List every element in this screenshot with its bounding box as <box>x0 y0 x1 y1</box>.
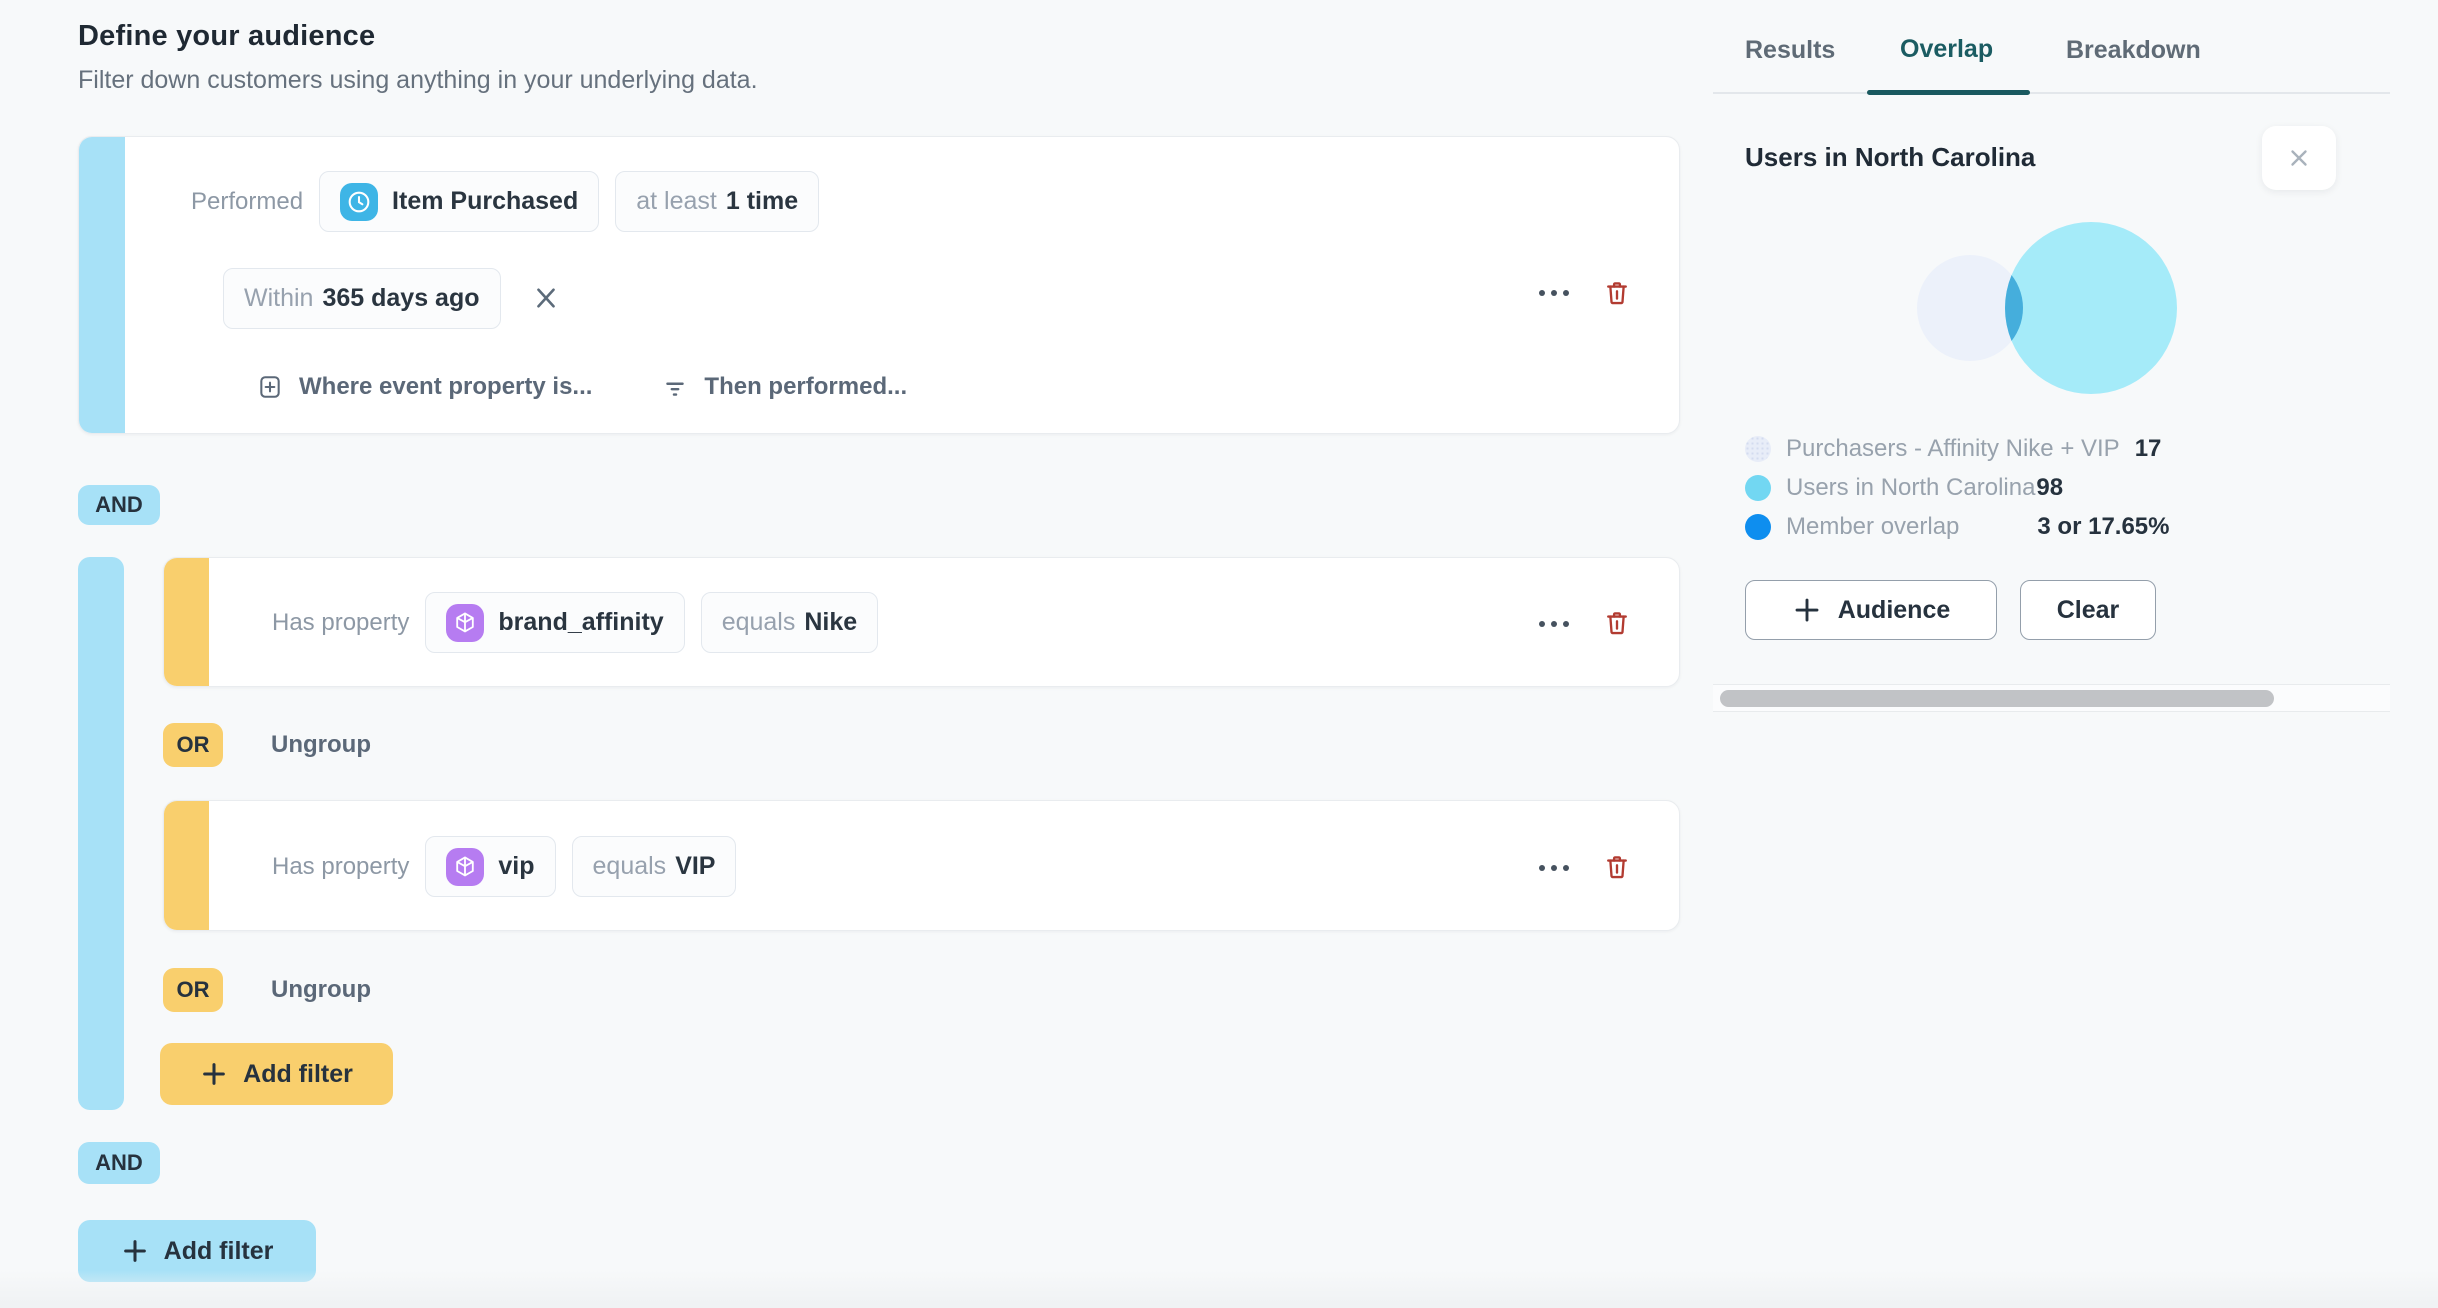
panel-horizontal-scrollbar-thumb[interactable] <box>1720 690 2274 707</box>
property-filter-card-1: Has property brand_affinity equals Nike <box>163 557 1680 687</box>
property-chip[interactable]: brand_affinity <box>425 592 685 653</box>
property-filter-trash-icon[interactable] <box>1603 853 1631 881</box>
has-property-label: Has property <box>272 852 410 880</box>
property-filter-trash-icon[interactable] <box>1603 609 1631 637</box>
clock-icon <box>340 182 379 221</box>
tabs-divider <box>1713 92 2390 94</box>
clear-button[interactable]: Clear <box>2020 580 2156 640</box>
time-window-chip[interactable]: Within 365 days ago <box>223 267 501 329</box>
legend-row-overlap: Member overlap 3 or 17.65% <box>1745 513 2170 541</box>
plus-icon <box>1795 598 1819 622</box>
or-badge-label: OR <box>176 977 210 1002</box>
property-name: brand_affinity <box>498 608 664 636</box>
legend-swatch-overlap <box>1745 514 1771 540</box>
event-chip[interactable]: Item Purchased <box>319 171 600 232</box>
add-audience-button[interactable]: Audience <box>1745 580 1997 640</box>
event-filter-trash-icon[interactable] <box>1603 279 1631 307</box>
legend-value: 3 or 17.65% <box>2037 513 2170 540</box>
property-value: Nike <box>804 608 858 636</box>
or-badge-2[interactable]: OR <box>163 968 223 1012</box>
event-filter-accent-bar <box>79 137 125 433</box>
property-filter-row: Has property brand_affinity equals Nike <box>272 592 879 653</box>
filter-lines-icon <box>666 382 685 396</box>
property-filter-row: Has property vip equals VIP <box>272 836 737 897</box>
ungroup-action-1[interactable]: Ungroup <box>271 731 371 759</box>
tab-results[interactable]: Results <box>1745 36 1835 65</box>
cube-icon <box>446 603 485 642</box>
property-filter-accent-bar <box>164 558 209 686</box>
overlap-venn-diagram <box>1917 222 2177 394</box>
or-badge-label: OR <box>176 732 210 757</box>
legend-row-right-set: Users in North Carolina 98 <box>1745 474 2063 502</box>
event-filter-card: Performed Item Purchased at least 1 time… <box>78 136 1680 434</box>
property-filter-more-icon[interactable] <box>1539 619 1569 629</box>
then-performed-action[interactable]: Then performed... <box>662 373 907 401</box>
overlap-panel-title: Users in North Carolina <box>1745 142 2036 172</box>
bottom-edge-fade <box>0 1270 2438 1308</box>
time-window-prefix: Within <box>244 283 314 312</box>
clear-label: Clear <box>2056 595 2120 624</box>
plus-icon <box>203 1063 225 1085</box>
page-title: Define your audience <box>78 20 376 52</box>
property-value: VIP <box>675 852 716 880</box>
legend-swatch-right-set <box>1745 475 1771 501</box>
boxed-plus-icon <box>260 376 280 398</box>
plus-icon <box>123 1240 146 1262</box>
operator-value-chip[interactable]: equals VIP <box>571 836 737 897</box>
legend-row-left-set: Purchasers - Affinity Nike + VIP 17 <box>1745 435 2161 463</box>
event-filter-actions-row: Where event property is... Then performe… <box>257 367 907 407</box>
where-event-property-label: Where event property is... <box>299 373 593 400</box>
venn-right-circle <box>2005 222 2177 394</box>
or-badge-1[interactable]: OR <box>163 723 223 767</box>
panel-horizontal-scrollbar-track <box>1713 684 2390 712</box>
remove-time-window-icon[interactable] <box>531 283 561 313</box>
event-name: Item Purchased <box>392 187 579 215</box>
operator-value-chip[interactable]: equals Nike <box>700 592 879 653</box>
event-filter-more-icon[interactable] <box>1539 288 1569 298</box>
frequency-chip[interactable]: at least 1 time <box>615 171 820 232</box>
close-icon <box>2291 150 2307 166</box>
legend-value: 98 <box>2036 474 2064 501</box>
and-badge-label: AND <box>95 1150 143 1175</box>
page-subtitle: Filter down customers using anything in … <box>78 66 758 94</box>
legend-swatch-left-set <box>1745 436 1771 462</box>
event-filter-row: Performed Item Purchased at least 1 time <box>191 171 820 232</box>
group-add-filter-label: Add filter <box>243 1059 353 1088</box>
frequency-prefix: at least <box>636 187 717 215</box>
has-property-label: Has property <box>272 608 410 636</box>
and-badge-2[interactable]: AND <box>78 1142 160 1184</box>
ungroup-action-2[interactable]: Ungroup <box>271 976 371 1004</box>
and-badge[interactable]: AND <box>78 485 160 525</box>
root-add-filter-button[interactable]: Add filter <box>78 1220 316 1282</box>
and-badge-label: AND <box>95 492 143 517</box>
legend-label: Purchasers - Affinity Nike + VIP <box>1786 435 2120 462</box>
frequency-value: 1 time <box>725 187 799 215</box>
then-performed-label: Then performed... <box>704 373 908 400</box>
time-window-row: Within 365 days ago <box>223 267 561 329</box>
tab-overlap[interactable]: Overlap <box>1900 35 1993 64</box>
cube-icon <box>446 847 485 886</box>
audience-builder-screen: Define your audience Filter down custome… <box>0 0 2438 1308</box>
tab-breakdown[interactable]: Breakdown <box>2066 36 2201 65</box>
legend-label: Member overlap <box>1786 513 1960 540</box>
where-event-property-action[interactable]: Where event property is... <box>257 373 592 401</box>
or-group-accent-bar <box>78 557 124 1110</box>
group-add-filter-button[interactable]: Add filter <box>160 1043 393 1105</box>
operator-label: equals <box>592 852 667 880</box>
time-window-value: 365 days ago <box>322 283 480 312</box>
add-audience-label: Audience <box>1837 595 1951 624</box>
performed-label: Performed <box>191 187 304 215</box>
property-filter-card-2: Has property vip equals VIP <box>163 800 1680 931</box>
legend-value: 17 <box>2134 435 2162 462</box>
property-filter-accent-bar <box>164 801 209 930</box>
panel-close-button[interactable] <box>2262 126 2336 190</box>
legend-label: Users in North Carolina <box>1786 474 2036 501</box>
operator-label: equals <box>721 608 796 636</box>
active-tab-underline <box>1867 90 2030 95</box>
property-filter-more-icon[interactable] <box>1539 863 1569 873</box>
property-name: vip <box>498 852 535 880</box>
root-add-filter-label: Add filter <box>163 1236 274 1265</box>
property-chip[interactable]: vip <box>425 836 556 897</box>
